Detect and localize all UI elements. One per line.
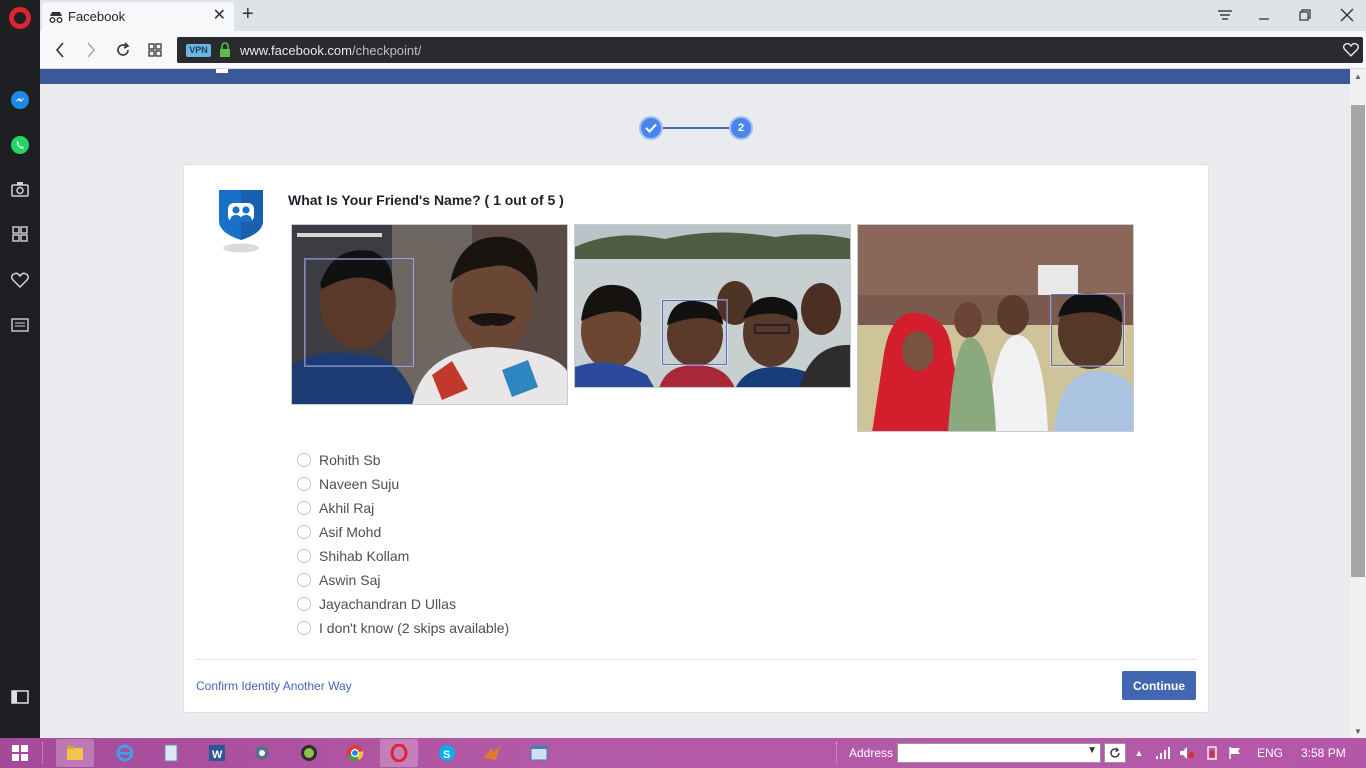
messenger-icon[interactable] bbox=[8, 88, 32, 112]
checkmark-icon bbox=[645, 123, 657, 133]
radio-button[interactable] bbox=[297, 453, 311, 467]
input-language[interactable]: ENG bbox=[1257, 746, 1283, 760]
power-icon[interactable] bbox=[1203, 739, 1221, 767]
radio-button[interactable] bbox=[297, 501, 311, 515]
file-explorer-icon[interactable] bbox=[56, 739, 94, 767]
facebook-logo-icon[interactable] bbox=[216, 69, 228, 73]
option-asif-mohd[interactable]: Asif Mohd bbox=[297, 520, 509, 544]
card-divider bbox=[196, 659, 1196, 660]
opera-logo-icon[interactable] bbox=[9, 7, 31, 29]
volume-muted-icon[interactable] bbox=[1178, 739, 1196, 767]
forward-icon[interactable] bbox=[79, 38, 103, 62]
facebook-header bbox=[40, 69, 1350, 84]
continue-button[interactable]: Continue bbox=[1122, 671, 1196, 700]
media-app-icon[interactable] bbox=[290, 739, 328, 767]
chevron-down-icon[interactable]: ▼ bbox=[1087, 745, 1097, 756]
url-text: www.facebook.com/checkpoint/ bbox=[240, 42, 422, 58]
face-highlight-box bbox=[1051, 294, 1124, 366]
lock-icon[interactable] bbox=[218, 42, 232, 58]
navigation-bar: VPN www.facebook.com/checkpoint/ bbox=[40, 31, 1366, 69]
close-tab-icon[interactable]: ✕ bbox=[213, 8, 226, 24]
taskbar-separator bbox=[42, 742, 44, 764]
bookmark-heart-icon[interactable] bbox=[1342, 42, 1360, 62]
tiles-icon[interactable] bbox=[143, 38, 167, 62]
camera-icon[interactable] bbox=[8, 177, 32, 201]
whatsapp-icon[interactable] bbox=[8, 133, 32, 157]
option-naveen-suju[interactable]: Naveen Suju bbox=[297, 472, 509, 496]
address-go-icon[interactable] bbox=[1104, 743, 1126, 763]
windows-start-icon[interactable] bbox=[8, 739, 32, 767]
new-tab-icon[interactable]: + bbox=[242, 3, 254, 26]
matlab-icon[interactable] bbox=[473, 739, 511, 767]
address-toolbar-label: Address bbox=[849, 746, 894, 760]
option-aswin-saj[interactable]: Aswin Saj bbox=[297, 568, 509, 592]
notepad-icon[interactable] bbox=[152, 739, 190, 767]
opera-sidebar bbox=[0, 0, 40, 738]
speed-dial-icon[interactable] bbox=[8, 222, 32, 246]
question-heading: What Is Your Friend's Name? ( 1 out of 5… bbox=[288, 192, 564, 208]
windows-taskbar: W S Address ▼ ▲ ENG 3:58 PM bbox=[0, 738, 1366, 768]
option-rohith-sb[interactable]: Rohith Sb bbox=[297, 448, 509, 472]
friend-photo-3 bbox=[857, 224, 1134, 432]
tab-title: Facebook bbox=[68, 9, 126, 24]
address-bar[interactable]: VPN www.facebook.com/checkpoint/ bbox=[177, 37, 1363, 63]
option-dont-know[interactable]: I don't know (2 skips available) bbox=[297, 616, 509, 640]
friend-name-options: Rohith Sb Naveen Suju Akhil Raj Asif Moh… bbox=[297, 448, 509, 640]
back-icon[interactable] bbox=[48, 38, 72, 62]
clock[interactable]: 3:58 PM bbox=[1301, 746, 1346, 760]
confirm-identity-another-way-link[interactable]: Confirm Identity Another Way bbox=[196, 679, 352, 693]
checkpoint-card: What Is Your Friend's Name? ( 1 out of 5… bbox=[183, 164, 1209, 713]
scroll-down-icon[interactable]: ▼ bbox=[1354, 727, 1362, 736]
scroll-up-icon[interactable]: ▲ bbox=[1354, 72, 1362, 81]
page-scrollbar[interactable]: ▲ ▼ bbox=[1350, 69, 1366, 738]
tab-facebook[interactable]: Facebook ✕ bbox=[42, 2, 234, 31]
stepper-line bbox=[659, 127, 731, 129]
minimize-icon[interactable] bbox=[1253, 4, 1275, 26]
network-app-icon[interactable] bbox=[243, 739, 281, 767]
reload-icon[interactable] bbox=[111, 38, 135, 62]
step-1-complete bbox=[639, 116, 663, 140]
radio-button[interactable] bbox=[297, 549, 311, 563]
show-hidden-icons-icon[interactable]: ▲ bbox=[1132, 739, 1146, 767]
radio-button[interactable] bbox=[297, 477, 311, 491]
friends-shield-icon bbox=[218, 189, 264, 253]
incognito-icon bbox=[48, 10, 64, 24]
vpn-badge[interactable]: VPN bbox=[186, 43, 211, 57]
friend-photo-1 bbox=[291, 224, 568, 405]
sidebar-toggle-icon[interactable] bbox=[8, 685, 32, 709]
chrome-icon[interactable] bbox=[336, 739, 374, 767]
option-shihab-kollam[interactable]: Shihab Kollam bbox=[297, 544, 509, 568]
news-icon[interactable] bbox=[8, 313, 32, 337]
tab-menu-icon[interactable] bbox=[1214, 4, 1236, 26]
progress-stepper: 2 bbox=[639, 116, 753, 140]
radio-button[interactable] bbox=[297, 525, 311, 539]
scrollbar-thumb[interactable] bbox=[1351, 105, 1365, 577]
taskbar-address-input[interactable]: ▼ bbox=[897, 743, 1101, 763]
opera-taskbar-icon[interactable] bbox=[380, 739, 418, 767]
heart-icon[interactable] bbox=[8, 268, 32, 292]
taskbar-separator bbox=[836, 742, 838, 764]
radio-button[interactable] bbox=[297, 573, 311, 587]
action-center-flag-icon[interactable] bbox=[1226, 739, 1244, 767]
internet-explorer-icon[interactable] bbox=[106, 739, 144, 767]
option-akhil-raj[interactable]: Akhil Raj bbox=[297, 496, 509, 520]
svg-text:S: S bbox=[443, 749, 450, 761]
skype-icon[interactable]: S bbox=[428, 739, 466, 767]
restore-icon[interactable] bbox=[1294, 4, 1316, 26]
friend-photo-2 bbox=[574, 224, 851, 388]
step-2-current: 2 bbox=[729, 116, 753, 140]
window-app-icon[interactable] bbox=[520, 739, 558, 767]
option-jayachandran-d-ullas[interactable]: Jayachandran D Ullas bbox=[297, 592, 509, 616]
signal-icon[interactable] bbox=[1154, 739, 1172, 767]
radio-button[interactable] bbox=[297, 597, 311, 611]
face-highlight-box bbox=[662, 300, 727, 365]
svg-text:W: W bbox=[212, 749, 223, 761]
word-icon[interactable]: W bbox=[198, 739, 236, 767]
face-highlight-box bbox=[305, 259, 413, 366]
close-window-icon[interactable] bbox=[1336, 4, 1358, 26]
radio-button[interactable] bbox=[297, 621, 311, 635]
tab-bar: Facebook ✕ + bbox=[40, 0, 1366, 31]
